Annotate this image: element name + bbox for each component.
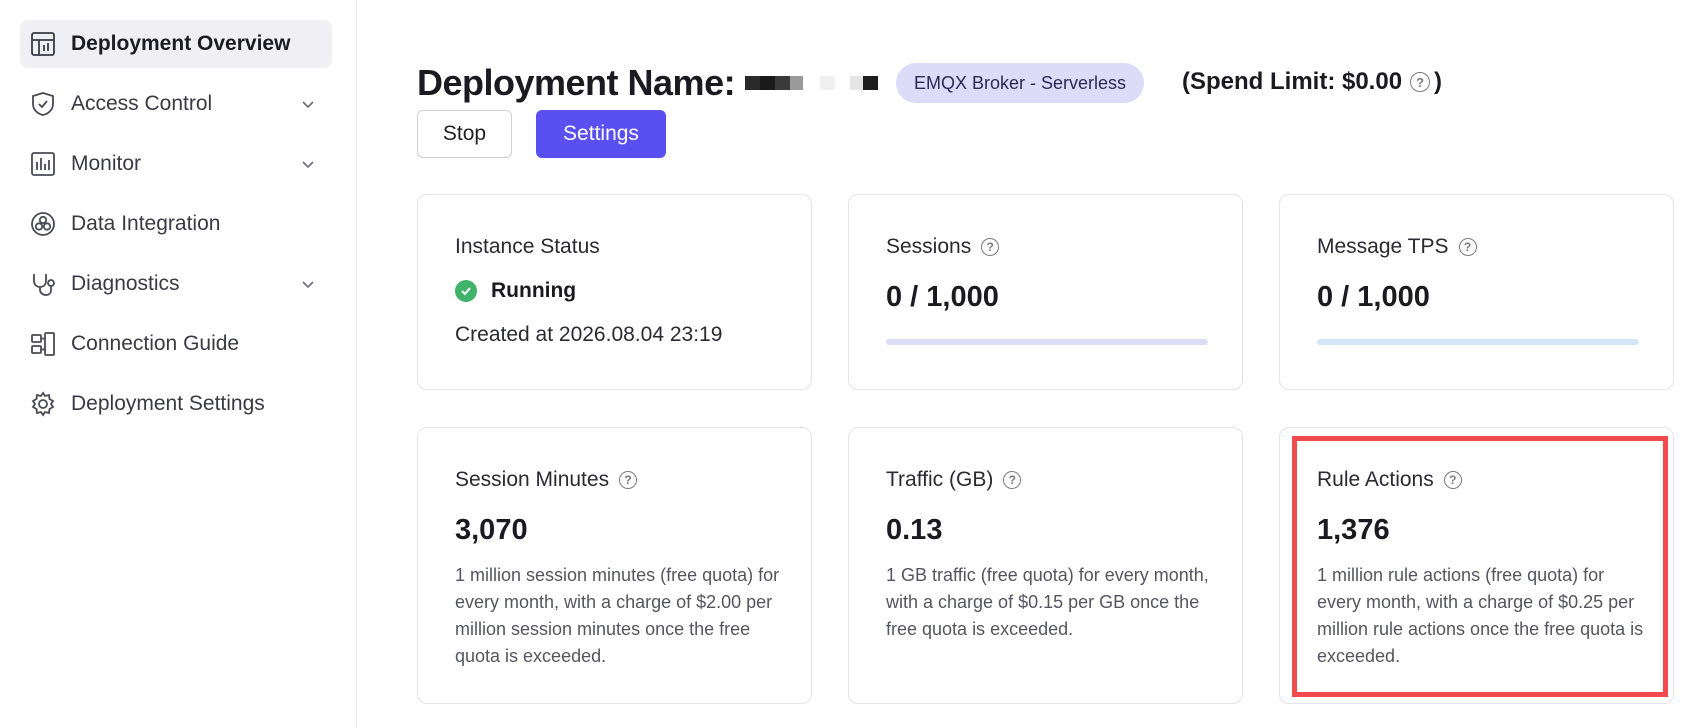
help-icon[interactable]: ?	[981, 238, 1000, 256]
data-integration-icon	[29, 210, 57, 238]
bar-chart-icon	[29, 150, 57, 178]
help-icon[interactable]: ?	[1003, 471, 1022, 489]
card-title: Sessions	[886, 235, 972, 258]
sidebar-item-label: Deployment Overview	[71, 32, 291, 55]
sidebar-item-label: Data Integration	[71, 212, 221, 235]
sidebar-item-label: Connection Guide	[71, 332, 240, 355]
card-title: Message TPS	[1317, 235, 1449, 258]
card-title: Session Minutes	[455, 468, 610, 491]
card-title-row: Traffic (GB) ?	[886, 468, 1025, 492]
status-indicator: Running	[455, 279, 576, 303]
sidebar-item-access-control[interactable]: Access Control	[20, 80, 332, 128]
message-tps-card: Message TPS ? 0 / 1,000	[1279, 194, 1674, 390]
card-title: Traffic (GB)	[886, 468, 994, 491]
session-minutes-description: 1 million session minutes (free quota) f…	[455, 565, 780, 666]
help-icon[interactable]: ?	[619, 471, 638, 489]
dashboard-icon	[29, 30, 57, 58]
sidebar-item-data-integration[interactable]: Data Integration	[20, 200, 332, 248]
sidebar-item-label: Diagnostics	[71, 272, 180, 295]
chevron-down-icon[interactable]	[298, 94, 318, 114]
page-title: Deployment Name:	[417, 62, 736, 103]
sidebar-item-diagnostics[interactable]: Diagnostics	[20, 260, 332, 308]
sidebar-item-connection-guide[interactable]: Connection Guide	[20, 320, 332, 368]
session-minutes-card: Session Minutes ? 3,070 1 million sessio…	[417, 427, 812, 704]
traffic-description: 1 GB traffic (free quota) for every mont…	[886, 565, 1209, 639]
created-at: Created at 2026.08.04 23:19	[455, 323, 723, 346]
help-icon[interactable]: ?	[1443, 471, 1462, 489]
deployment-name-redacted	[745, 76, 878, 90]
card-title-row: Session Minutes ?	[455, 468, 641, 492]
sidebar: Deployment Overview Access Control Monit…	[0, 0, 357, 728]
card-title: Rule Actions	[1317, 468, 1434, 491]
sidebar-item-monitor[interactable]: Monitor	[20, 140, 332, 188]
spend-limit: (Spend Limit: $0.00 ? )	[1182, 68, 1442, 96]
card-title-row: Message TPS ?	[1317, 235, 1481, 259]
rule-actions-description: 1 million rule actions (free quota) for …	[1317, 565, 1644, 666]
settings-button[interactable]: Settings	[536, 110, 666, 158]
traffic-card: Traffic (GB) ? 0.13 1 GB traffic (free q…	[848, 427, 1243, 704]
sidebar-item-label: Monitor	[71, 152, 142, 175]
spend-limit-text: (Spend Limit: $0.00	[1182, 68, 1403, 95]
sessions-progress-bar	[886, 339, 1208, 345]
sidebar-item-deployment-settings[interactable]: Deployment Settings	[20, 380, 332, 428]
session-minutes-value: 3,070	[455, 514, 528, 546]
sidebar-item-label: Deployment Settings	[71, 392, 265, 415]
message-tps-progress-bar	[1317, 339, 1639, 345]
gear-icon	[29, 390, 57, 418]
card-title-row: Sessions ?	[886, 235, 1003, 259]
rule-actions-card: Rule Actions ? 1,376 1 million rule acti…	[1279, 427, 1674, 704]
help-icon[interactable]: ?	[1410, 72, 1431, 92]
shield-icon	[29, 90, 57, 118]
spend-limit-close: )	[1434, 68, 1443, 95]
sessions-card: Sessions ? 0 / 1,000	[848, 194, 1243, 390]
card-title: Instance Status	[455, 235, 600, 258]
deployment-type-badge: EMQX Broker - Serverless	[896, 63, 1145, 103]
check-circle-icon	[455, 280, 477, 302]
sidebar-item-label: Access Control	[71, 92, 213, 115]
stop-button[interactable]: Stop	[417, 110, 512, 158]
chevron-down-icon[interactable]	[298, 154, 318, 174]
chevron-down-icon[interactable]	[298, 274, 318, 294]
instance-status-card: Instance Status Running Created at 2026.…	[417, 194, 812, 390]
card-title-row: Rule Actions ?	[1317, 468, 1466, 492]
message-tps-value: 0 / 1,000	[1317, 281, 1430, 313]
rule-actions-value: 1,376	[1317, 514, 1390, 546]
help-icon[interactable]: ?	[1458, 238, 1477, 256]
connection-icon	[29, 330, 57, 358]
sessions-value: 0 / 1,000	[886, 281, 999, 313]
traffic-value: 0.13	[886, 514, 943, 546]
sidebar-item-deployment-overview[interactable]: Deployment Overview	[20, 20, 332, 68]
stethoscope-icon	[29, 270, 57, 298]
status-text: Running	[491, 279, 577, 302]
